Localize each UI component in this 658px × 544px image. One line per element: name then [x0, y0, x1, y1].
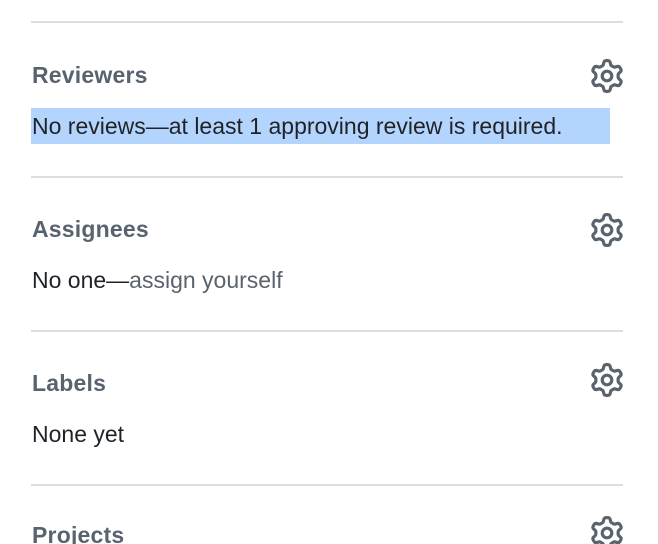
assignees-status-text: No one—assign yourself	[32, 265, 283, 295]
assign-yourself-link[interactable]: assign yourself	[129, 267, 282, 293]
assignees-heading: Assignees	[32, 216, 149, 242]
section-divider	[31, 330, 623, 332]
projects-settings-gear-icon[interactable]	[590, 516, 624, 544]
section-divider	[31, 176, 623, 178]
reviewers-settings-gear-icon[interactable]	[590, 59, 624, 93]
reviewers-heading: Reviewers	[32, 62, 148, 88]
section-divider	[31, 21, 623, 23]
labels-heading: Labels	[32, 370, 107, 396]
labels-status-text: None yet	[32, 421, 125, 447]
reviewers-status-text: No reviews—at least 1 approving review i…	[32, 113, 563, 139]
section-divider	[31, 484, 623, 486]
labels-settings-gear-icon[interactable]	[590, 363, 624, 397]
assignees-none-text: No one—	[32, 267, 130, 293]
pull-request-sidebar: Reviewers No reviews—at least 1 approvin…	[0, 0, 658, 544]
projects-heading: Projects	[32, 522, 125, 544]
assignees-settings-gear-icon[interactable]	[590, 213, 624, 247]
